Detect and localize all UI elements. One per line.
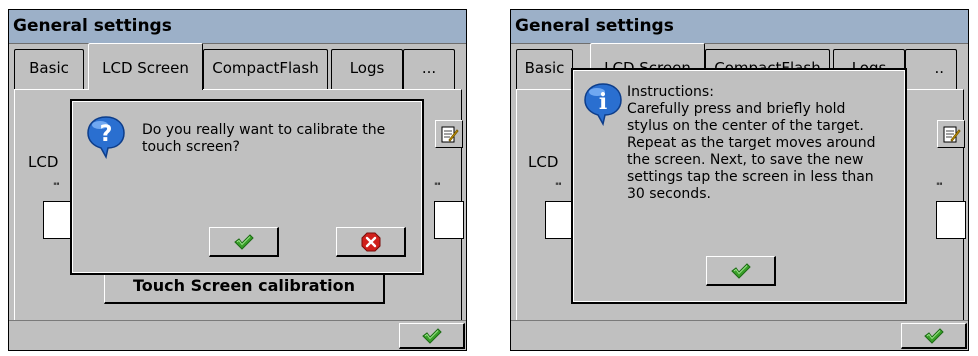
slider-ticks-right: '''' — [936, 182, 943, 192]
value-field-right[interactable] — [434, 201, 464, 239]
dialog-cancel-button[interactable] — [336, 227, 406, 257]
general-settings-window-right: General settings Basic LCD Screen Compac… — [510, 9, 969, 351]
slider-ticks-right: '''' — [434, 182, 441, 192]
instructions-line: Instructions: — [627, 84, 714, 100]
notepad-icon — [441, 126, 459, 143]
confirm-dialog: ? Do you really want to calibrate the to… — [70, 99, 424, 275]
checkmark-icon — [422, 328, 441, 343]
svg-text:?: ? — [100, 122, 113, 147]
instructions-line: settings tap the screen in less than — [627, 169, 874, 185]
notepad-button[interactable] — [937, 120, 965, 148]
value-field-right[interactable] — [936, 201, 966, 239]
tab-compactflash[interactable]: CompactFlash — [203, 49, 328, 89]
tab-basic[interactable]: Basic — [14, 49, 84, 89]
window-title: General settings — [511, 10, 968, 44]
lcd-label: LCD — [528, 153, 559, 171]
instructions-dialog: i Instructions: Carefully press and brie… — [571, 68, 907, 304]
dialog-message-line2: touch screen? — [142, 139, 240, 155]
general-settings-window-left: General settings Basic LCD Screen Compac… — [8, 9, 467, 351]
tab-lcd-screen[interactable]: LCD Screen — [88, 43, 203, 90]
instructions-line: the screen. Next, to save the new — [627, 152, 864, 168]
tab-more[interactable]: ... — [403, 49, 455, 89]
notepad-icon — [943, 126, 961, 143]
slider-ticks-left: '''' — [555, 182, 562, 192]
dialog-message-line1: Do you really want to calibrate the — [142, 122, 386, 138]
bottom-bar — [511, 320, 968, 350]
cancel-icon — [361, 232, 380, 251]
lcd-label: LCD — [28, 153, 59, 171]
window-title: General settings — [9, 10, 466, 44]
ok-button[interactable] — [399, 323, 465, 349]
notepad-button[interactable] — [435, 120, 463, 148]
tab-logs[interactable]: Logs — [331, 49, 403, 89]
instructions-line: stylus on the center of the target. — [627, 118, 864, 134]
checkmark-icon — [234, 234, 253, 249]
dialog-ok-button[interactable] — [209, 227, 279, 257]
svg-text:i: i — [599, 89, 607, 115]
slider-ticks-left: '''' — [53, 182, 60, 192]
tab-more[interactable]: .. — [905, 49, 957, 89]
instructions-line: 30 seconds. — [627, 186, 711, 202]
ok-button[interactable] — [901, 323, 967, 349]
checkmark-icon — [731, 263, 750, 278]
instructions-line: Repeat as the target moves around — [627, 135, 876, 151]
bottom-bar — [9, 320, 466, 350]
dialog-ok-button[interactable] — [706, 256, 776, 286]
tab-basic[interactable]: Basic — [516, 49, 573, 89]
info-icon: i — [583, 82, 623, 130]
question-icon: ? — [86, 115, 126, 163]
checkmark-icon — [924, 328, 943, 343]
instructions-line: Carefully press and briefly hold — [627, 101, 846, 117]
